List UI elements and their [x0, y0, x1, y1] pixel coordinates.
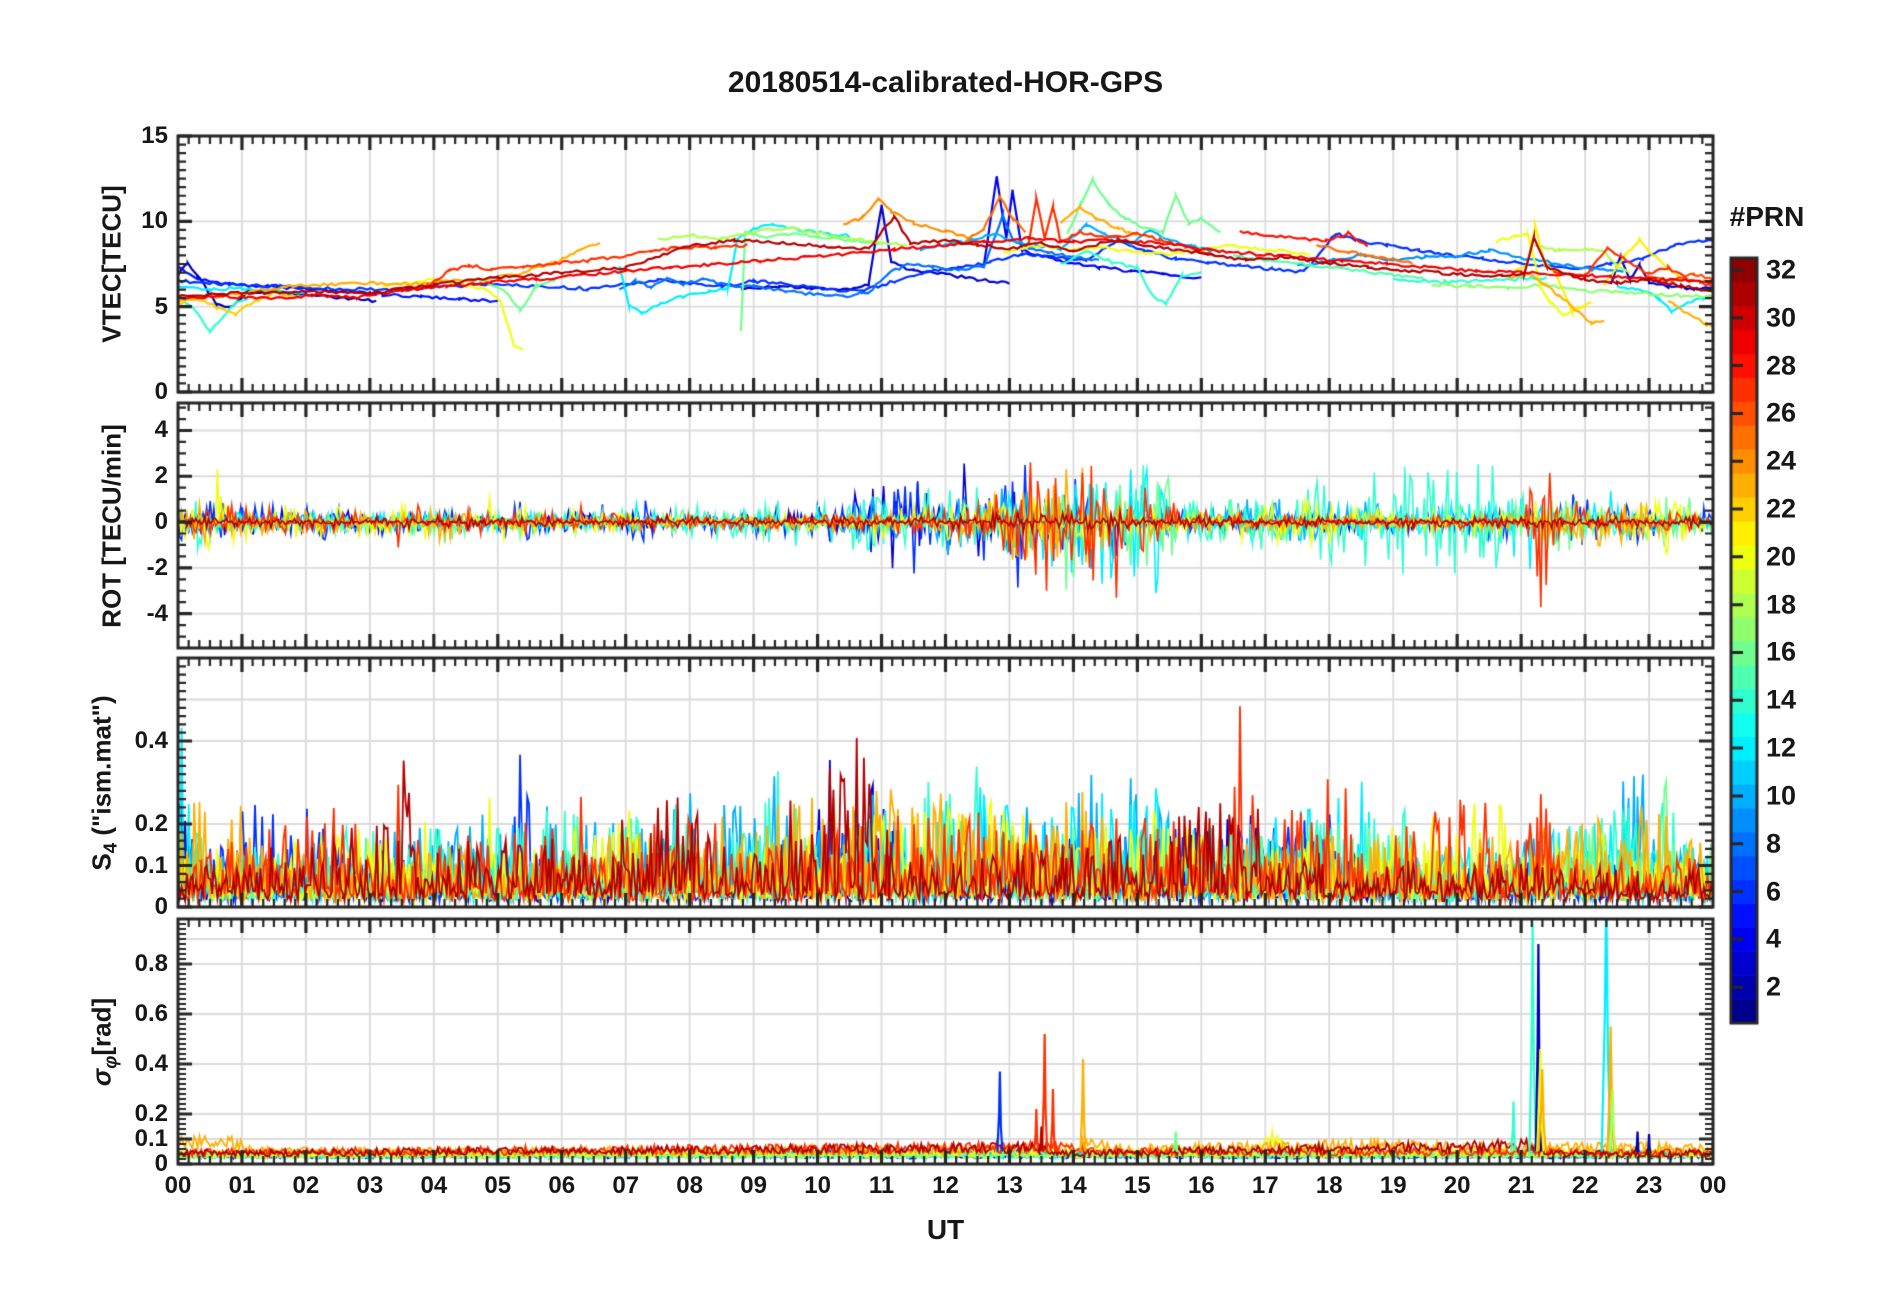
colorbar-tick-label: 12	[1766, 732, 1797, 763]
x-tick-label: 18	[1315, 1172, 1343, 1199]
y-tick-label: 2	[154, 462, 168, 490]
x-tick-label: 09	[740, 1172, 767, 1199]
x-tick-label: 14	[1060, 1172, 1087, 1199]
colorbar-tick-label: 26	[1766, 397, 1797, 428]
colorbar-tick-label: 16	[1766, 636, 1797, 667]
colorbar-tick-label: 32	[1766, 254, 1797, 285]
colorbar-tick-label: 18	[1766, 589, 1797, 620]
x-axis-label: UT	[926, 1214, 965, 1245]
y-tick-label: -2	[146, 553, 168, 581]
y-tick-label: 0.6	[134, 1000, 168, 1027]
y-tick-label: 5	[154, 292, 168, 320]
x-tick-label: 21	[1507, 1172, 1535, 1199]
x-tick-label: 02	[292, 1172, 320, 1199]
colorbar-tick-label: 10	[1766, 780, 1797, 811]
y-tick-label: 0.4	[134, 1050, 168, 1077]
colorbar-tick-label: 8	[1766, 828, 1782, 859]
colorbar-tick-label: 20	[1766, 541, 1797, 572]
x-tick-label: 04	[420, 1172, 448, 1199]
x-tick-label: 17	[1251, 1172, 1279, 1199]
x-tick-label: 13	[996, 1172, 1023, 1199]
x-tick-label: 07	[612, 1172, 640, 1199]
chart-title: 20180514-calibrated-HOR-GPS	[727, 66, 1164, 99]
x-tick-label: 11	[868, 1172, 895, 1199]
x-tick-label: 10	[804, 1172, 831, 1199]
y-tick-label: 0	[154, 1150, 168, 1177]
chart-canvas	[0, 0, 1902, 1292]
y-tick-label: 0	[154, 508, 168, 536]
y-tick-label: 0	[154, 893, 168, 920]
x-tick-label: 00	[1699, 1172, 1727, 1199]
x-tick-label: 22	[1571, 1172, 1599, 1199]
x-tick-label: 03	[356, 1172, 384, 1199]
x-tick-label: 12	[932, 1172, 959, 1199]
figure-root: 20180514-calibrated-HOR-GPS UT #PRN VTEC…	[0, 0, 1902, 1292]
x-tick-label: 20	[1443, 1172, 1471, 1199]
y-tick-label: 0.1	[134, 851, 168, 879]
x-tick-label: 06	[548, 1172, 576, 1199]
x-tick-label: 15	[1124, 1172, 1151, 1199]
y-tick-label: 0.4	[134, 727, 168, 754]
y-axis-label-s4: S4 ("ism.mat")	[86, 695, 121, 870]
colorbar-tick-label: 30	[1766, 302, 1797, 333]
x-tick-label: 16	[1187, 1172, 1215, 1199]
colorbar-tick-label: 22	[1766, 493, 1797, 524]
y-tick-label: -4	[146, 599, 168, 627]
y-tick-label: 0	[154, 378, 168, 405]
x-tick-label: 19	[1379, 1172, 1407, 1199]
y-tick-label: 10	[141, 207, 168, 235]
y-tick-label: 4	[154, 416, 168, 444]
x-tick-label: 08	[676, 1172, 704, 1199]
colorbar-tick-label: 6	[1766, 876, 1782, 907]
colorbar-tick-label: 4	[1766, 923, 1782, 954]
colorbar-tick-label: 24	[1766, 445, 1797, 476]
colorbar-tick-label: 28	[1766, 350, 1797, 381]
colorbar-label: #PRN	[1729, 201, 1805, 232]
x-tick-label: 05	[484, 1172, 512, 1199]
x-tick-label: 00	[164, 1172, 192, 1199]
colorbar-tick-label: 2	[1766, 971, 1782, 1002]
x-tick-label: 01	[228, 1172, 256, 1199]
y-tick-label: 0.2	[134, 810, 168, 837]
colorbar-tick-label: 14	[1766, 684, 1797, 715]
y-tick-label: 0.1	[134, 1125, 168, 1152]
y-tick-label: 0.2	[134, 1100, 168, 1127]
x-tick-label: 23	[1635, 1172, 1663, 1199]
y-tick-label: 15	[141, 122, 168, 149]
y-tick-label: 0.8	[134, 950, 168, 977]
